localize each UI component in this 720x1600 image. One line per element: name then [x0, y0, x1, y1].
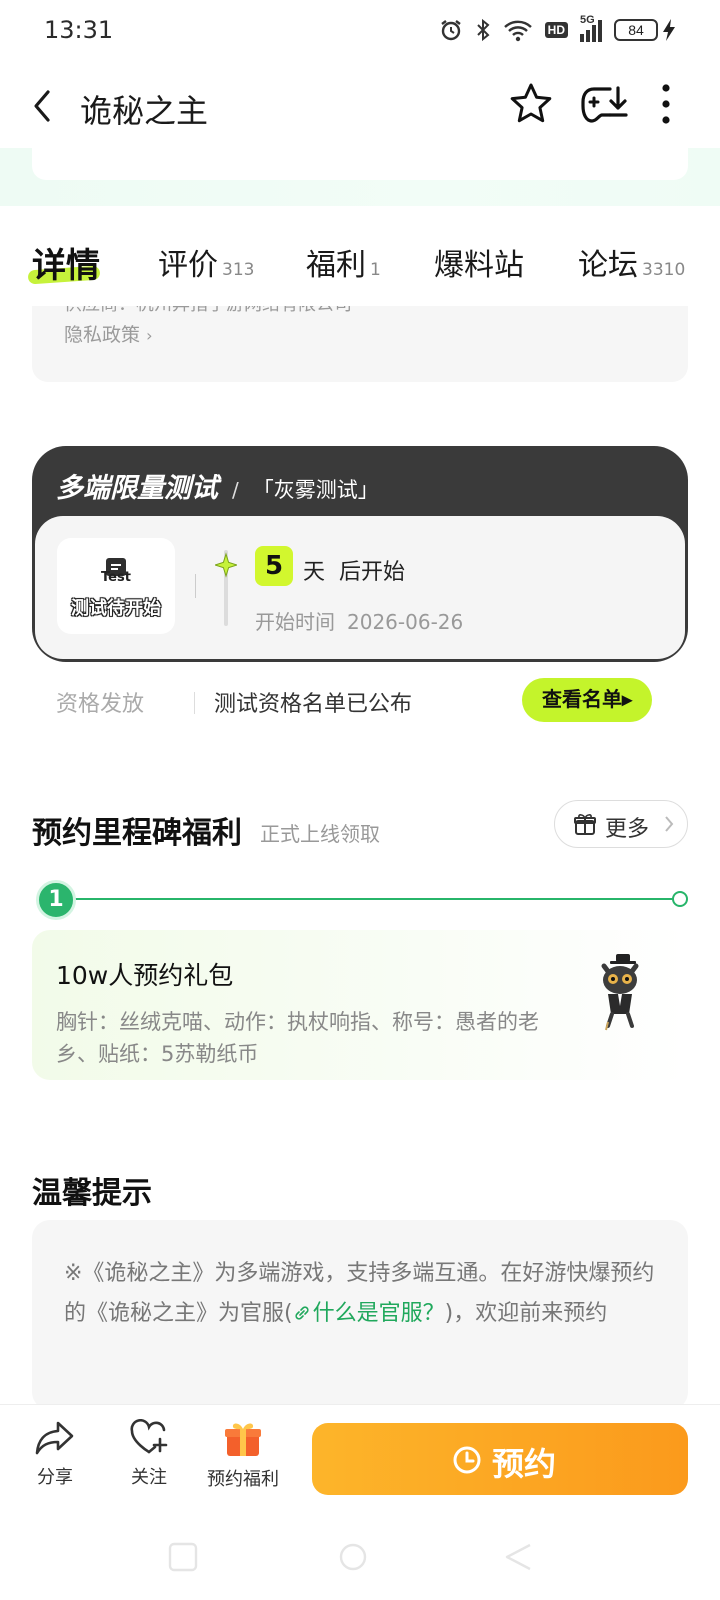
link-icon: [294, 1306, 309, 1320]
tab-count: 313: [222, 260, 255, 280]
battery-level: 84: [614, 19, 658, 41]
badge-icon-text: Test: [101, 570, 131, 585]
tab-bar: 详情 评价 313 福利 1 爆料站 论坛 3310: [0, 206, 720, 306]
game-info-card: 供应商：杭州异指手游网络有限公司 隐私政策 ›: [32, 306, 688, 382]
milestone-end-node: [672, 891, 688, 907]
chevron-right-icon: ›: [146, 326, 153, 345]
follow-button[interactable]: 关注: [104, 1419, 194, 1489]
test-title: 多端限量测试: [56, 473, 218, 504]
tab-details[interactable]: 详情: [32, 238, 100, 287]
hd-label: HD: [547, 23, 565, 37]
privacy-policy-label: 隐私政策: [64, 324, 141, 346]
heart-plus-icon: [130, 1419, 168, 1454]
more-button[interactable]: 更多: [554, 800, 688, 848]
system-navigation-bar: [0, 1520, 720, 1600]
test-separator: /: [232, 478, 239, 502]
bluetooth-icon: [476, 18, 490, 42]
share-icon: [35, 1421, 74, 1455]
qualification-label: 资格发放: [56, 692, 145, 717]
tab-news[interactable]: 爆料站: [434, 240, 524, 284]
tab-label: 论坛: [578, 248, 638, 283]
recent-apps-icon[interactable]: [166, 1542, 200, 1572]
tab-reviews[interactable]: 评价 313: [158, 240, 254, 284]
qualification-row: 资格发放 测试资格名单已公布 查看名单▸: [32, 670, 688, 730]
wifi-icon: [503, 20, 532, 42]
days-count: 5: [255, 546, 293, 586]
game-download-icon[interactable]: [580, 82, 630, 128]
network-label: 5G: [580, 14, 595, 26]
tab-label: 福利: [306, 248, 366, 283]
tab-welfare[interactable]: 福利 1: [306, 240, 381, 284]
start-time-label: 开始时间: [255, 610, 335, 634]
supplier-text: 供应商：杭州异指手游网络有限公司: [64, 306, 352, 316]
milestone-track: [56, 898, 682, 900]
home-icon[interactable]: [336, 1542, 370, 1572]
charging-icon: [663, 19, 675, 41]
days-after-label: 后开始: [339, 560, 406, 585]
start-date: 2026-06-26: [347, 610, 464, 634]
hero-card-bottom: [32, 148, 688, 180]
gift-icon: [574, 814, 596, 835]
milestone-node: 1: [36, 880, 76, 920]
tab-label: 评价: [158, 248, 218, 283]
test-status-panel: Test 测试待开始 5 天 后开始 开始时间 2026-06-26: [35, 516, 685, 659]
tips-text: ※《诡秘之主》为多端游戏，支持多端互通。在好游快爆预约的《诡秘之主》为官服(什么…: [64, 1254, 664, 1334]
sparkle-timeline-icon: [215, 550, 237, 626]
page-title: 诡秘之主: [80, 92, 209, 130]
status-bar: 13:31 HD 5G 84: [0, 0, 720, 64]
multi-platform-test-card[interactable]: 多端限量测试 / 「灰雾测试」 Test 测试待开始 5 天 后开始 开始时间 2…: [32, 446, 688, 662]
test-type: 「灰雾测试」: [252, 478, 379, 502]
milestone-reward-card[interactable]: 10w人预约礼包 胸针：丝绒克喵、动作：执杖响指、称号：愚者的老乡、贴纸：5苏勒…: [32, 930, 688, 1080]
tab-label: 详情: [32, 246, 100, 286]
milestone-title: 预约里程碑福利: [32, 816, 242, 851]
status-time: 13:31: [44, 16, 114, 44]
share-label: 分享: [37, 1467, 73, 1488]
signal-icon: 5G: [580, 14, 602, 42]
divider: [194, 692, 195, 714]
more-label: 更多: [605, 817, 650, 842]
official-server-link[interactable]: 什么是官服？: [293, 1301, 445, 1326]
qualification-status: 测试资格名单已公布: [214, 692, 413, 717]
more-vertical-icon[interactable]: [656, 82, 676, 128]
reserve-label: 预约: [492, 1446, 557, 1482]
reward-title: 10w人预约礼包: [56, 961, 234, 990]
status-icons: HD 5G 84: [439, 14, 676, 42]
reserve-welfare-label: 预约福利: [207, 1469, 279, 1490]
start-time: 开始时间 2026-06-26: [255, 606, 463, 635]
alarm-icon: [440, 20, 461, 41]
tips-title: 温馨提示: [32, 1176, 152, 1211]
reserve-button[interactable]: 预约: [312, 1423, 688, 1495]
back-triangle-icon[interactable]: [502, 1542, 536, 1572]
follow-label: 关注: [131, 1467, 167, 1488]
tab-count: 3310: [642, 260, 686, 280]
tab-forum[interactable]: 论坛 3310: [578, 240, 685, 284]
privacy-policy-link[interactable]: 隐私政策 ›: [64, 320, 152, 347]
hd-icon: HD: [544, 22, 568, 38]
clock-icon: [453, 1446, 481, 1474]
back-arrow-icon[interactable]: [26, 84, 62, 128]
tab-count: 1: [370, 260, 381, 280]
reward-description: 胸针：丝绒克喵、动作：执杖响指、称号：愚者的老乡、贴纸：5苏勒纸币: [56, 1010, 539, 1066]
official-server-label: 什么是官服？: [312, 1301, 445, 1326]
milestone-subtitle: 正式上线领取: [260, 822, 380, 846]
reserve-welfare-button[interactable]: 预约福利: [198, 1419, 288, 1491]
favorite-star-icon[interactable]: [510, 82, 552, 126]
divider: [195, 574, 196, 598]
chevron-right-icon: [665, 816, 674, 832]
test-badge: Test 测试待开始: [57, 538, 175, 634]
tips-text-after: )，欢迎前来预约: [444, 1301, 608, 1326]
gift-box-icon: [225, 1423, 261, 1456]
test-status-badge: 测试待开始: [71, 598, 162, 620]
nav-bar: 诡秘之主: [0, 64, 720, 148]
test-header: 多端限量测试 / 「灰雾测试」: [56, 466, 379, 505]
tips-card: ※《诡秘之主》为多端游戏，支持多端互通。在好游快爆预约的《诡秘之主》为官服(什么…: [32, 1220, 688, 1410]
days-unit: 天: [303, 560, 326, 585]
share-button[interactable]: 分享: [10, 1419, 100, 1489]
view-list-button[interactable]: 查看名单▸: [522, 678, 652, 722]
battery-indicator: 84: [614, 18, 676, 42]
bottom-action-bar: 分享 关注 预约福利 预约: [0, 1404, 720, 1520]
tab-label: 爆料站: [434, 248, 524, 283]
cat-mascot-icon: [601, 954, 639, 1031]
